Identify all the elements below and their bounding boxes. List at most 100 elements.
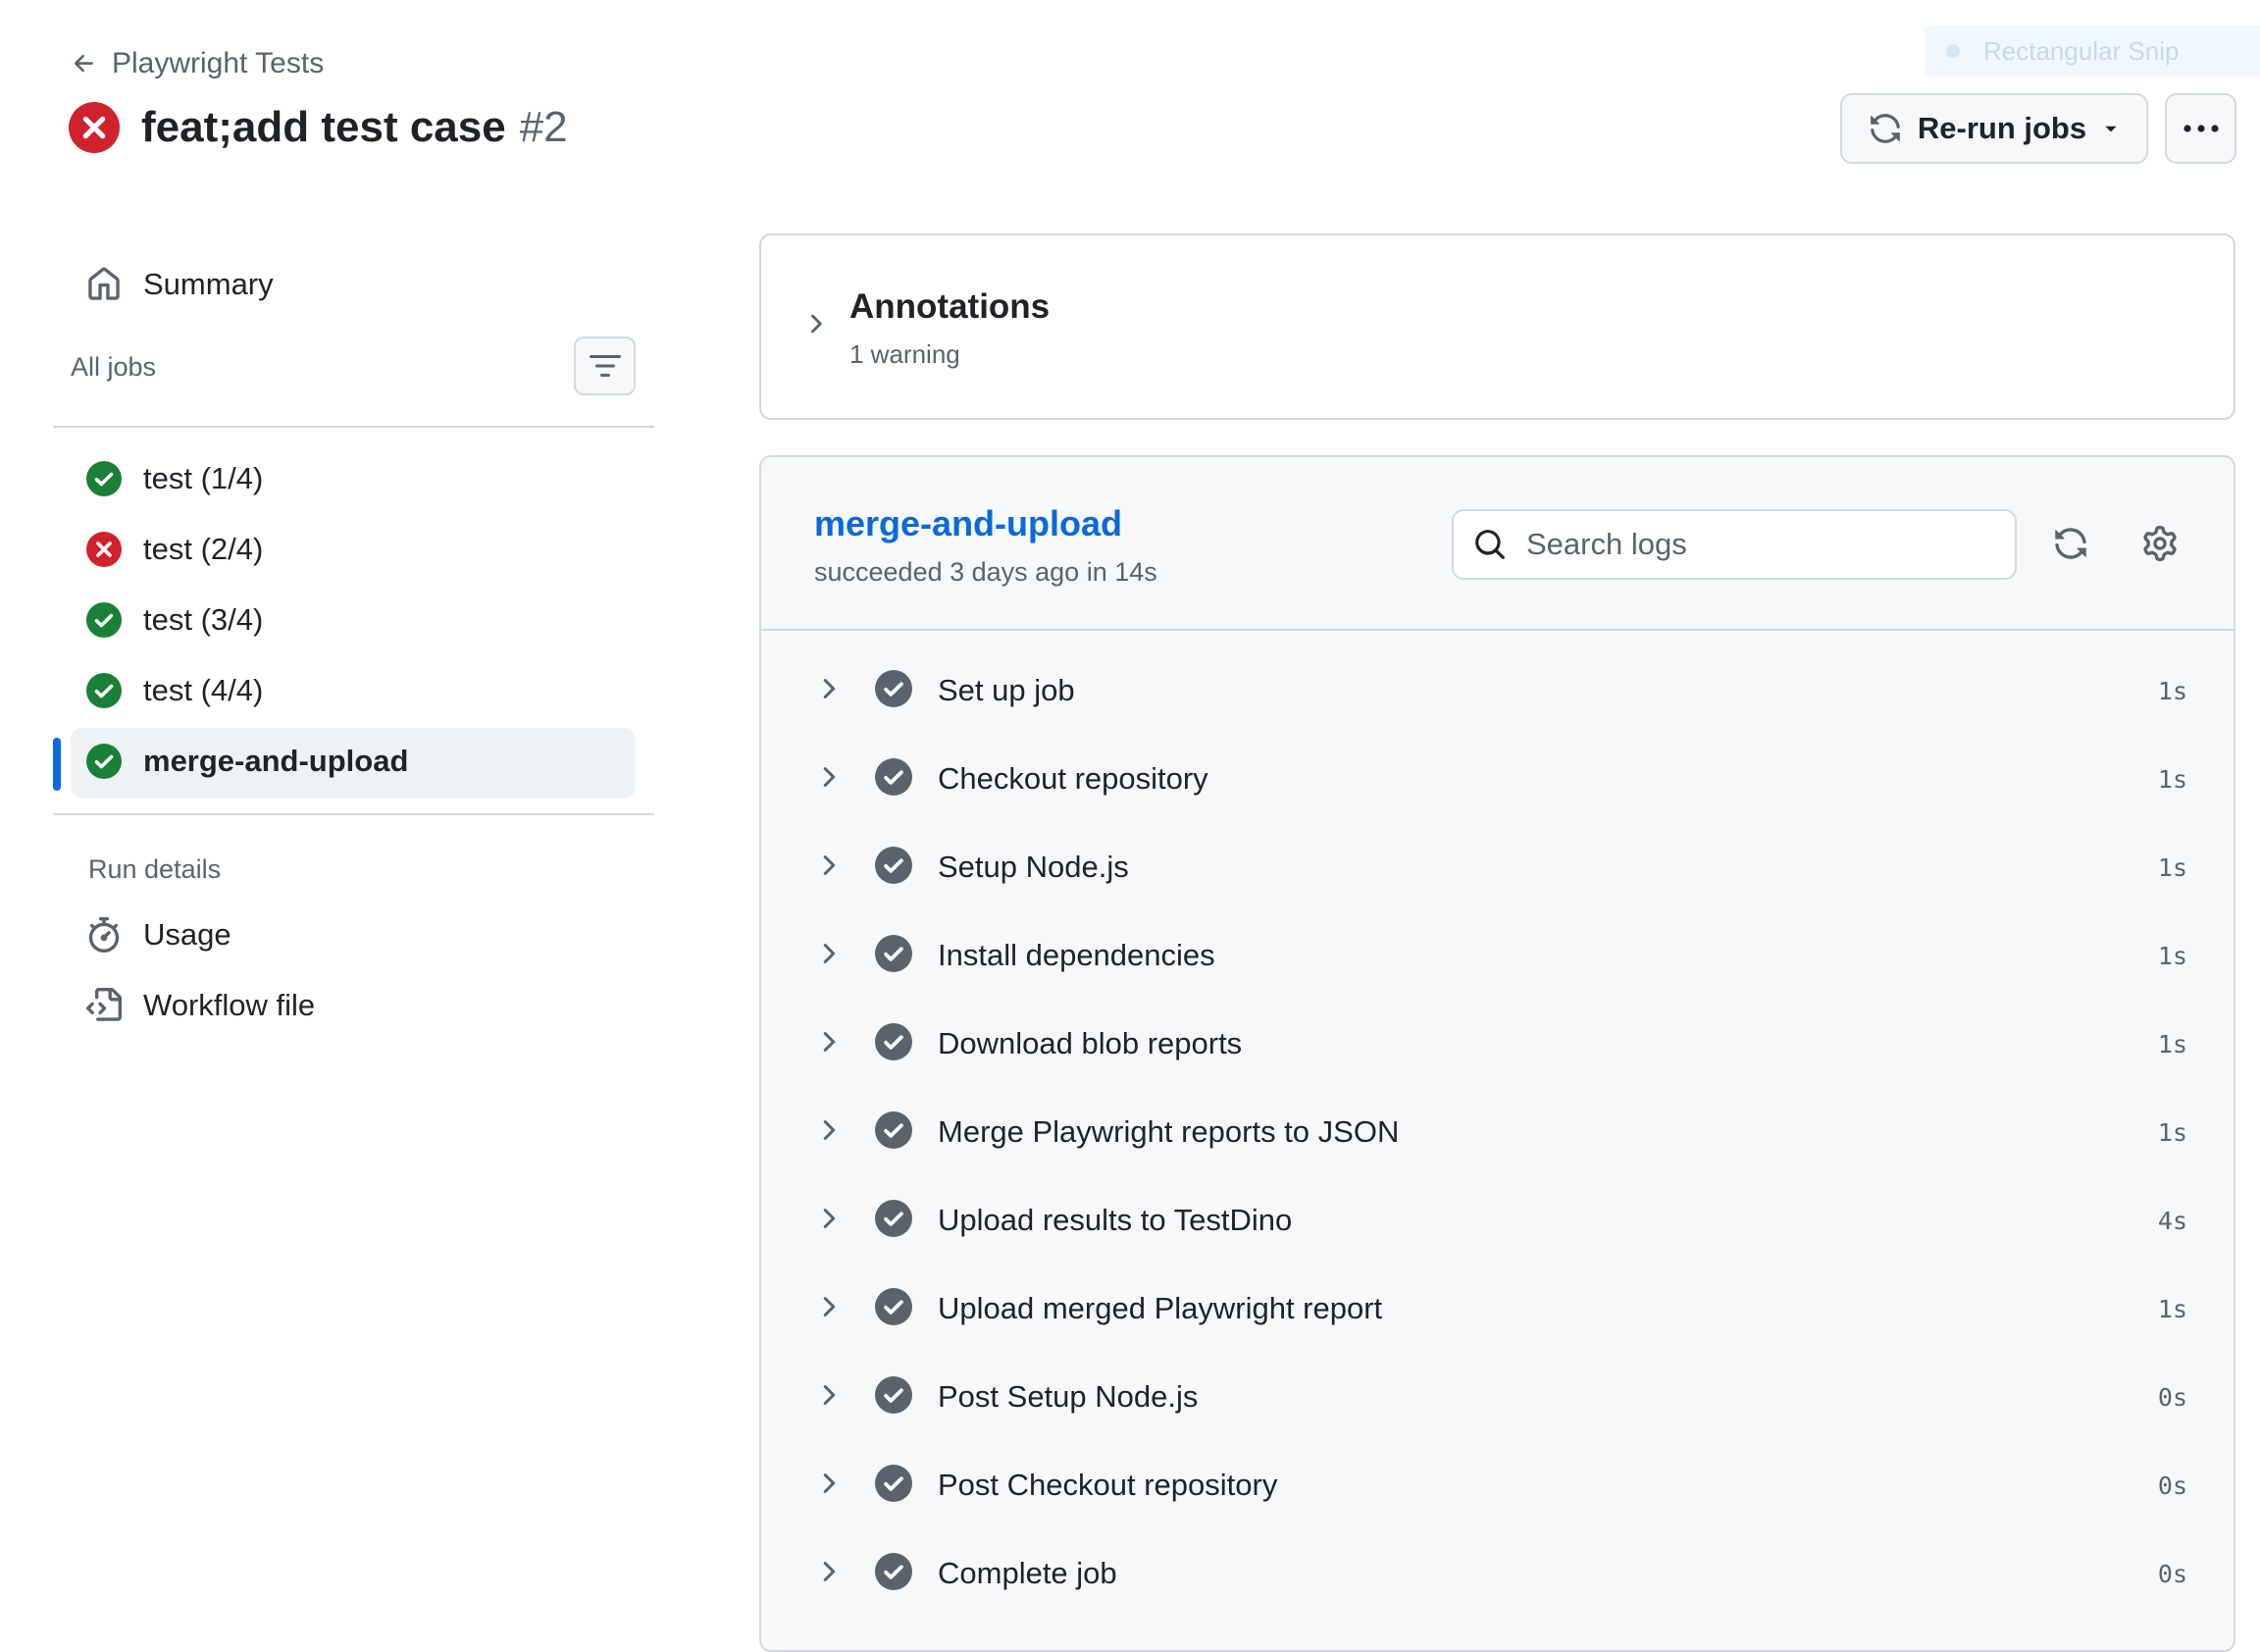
job-label: test (4/4) xyxy=(143,673,264,707)
chevron-right-icon xyxy=(823,1208,836,1228)
sidebar-item-workflow-file[interactable]: Workflow file xyxy=(86,988,315,1023)
job-step-row[interactable]: Merge Playwright reports to JSON 1s xyxy=(814,1102,2187,1162)
annotations-count: 1 warning xyxy=(849,339,960,369)
search-logs-input[interactable] xyxy=(1524,526,1979,563)
chevron-right-icon xyxy=(811,314,822,334)
chevron-right-icon xyxy=(823,943,836,963)
search-logs-field[interactable] xyxy=(1452,509,2017,580)
sidebar-job-test-4-of-4[interactable]: test (4/4) xyxy=(86,673,263,708)
success-check-icon xyxy=(86,602,122,638)
step-duration: 1s xyxy=(2157,1029,2187,1058)
step-name: Setup Node.js xyxy=(938,850,1129,884)
sidebar-item-usage[interactable]: Usage xyxy=(86,917,231,953)
step-name: Merge Playwright reports to JSON xyxy=(938,1114,1400,1149)
chevron-right-icon xyxy=(823,1384,836,1405)
failure-status-icon xyxy=(69,102,120,153)
job-step-row[interactable]: Upload results to TestDino 4s xyxy=(814,1190,2187,1251)
step-duration: 0s xyxy=(2157,1471,2187,1500)
chevron-right-icon xyxy=(823,1031,836,1052)
step-duration: 0s xyxy=(2157,1559,2187,1588)
sidebar-item-summary-label: Summary xyxy=(143,267,274,301)
job-step-row[interactable]: Checkout repository 1s xyxy=(814,749,2187,809)
page-title: feat;add test case #2 xyxy=(69,102,568,153)
chevron-right-icon xyxy=(823,1472,836,1493)
annotations-title: Annotations xyxy=(849,287,1051,326)
active-job-indicator xyxy=(53,738,61,791)
chevron-right-icon xyxy=(823,854,836,875)
step-success-icon xyxy=(875,1199,912,1237)
step-duration: 1s xyxy=(2157,764,2187,794)
chevron-right-icon xyxy=(823,678,836,698)
run-details-heading: Run details xyxy=(88,854,222,884)
job-name-link[interactable]: merge-and-upload xyxy=(814,503,1122,544)
step-name: Download blob reports xyxy=(938,1026,1243,1060)
chevron-right-icon xyxy=(823,1296,836,1316)
job-label: test (1/4) xyxy=(143,461,264,495)
rerun-jobs-label: Re-run jobs xyxy=(1917,111,2087,145)
sidebar-item-summary[interactable]: Summary xyxy=(86,267,274,302)
step-success-icon xyxy=(875,757,912,796)
more-options-button[interactable] xyxy=(2165,93,2236,164)
job-step-row[interactable]: Set up job 1s xyxy=(814,660,2187,721)
step-name: Install dependencies xyxy=(938,938,1215,972)
step-duration: 0s xyxy=(2157,1382,2187,1412)
search-icon xyxy=(1475,530,1505,559)
step-success-icon xyxy=(875,669,912,707)
all-jobs-heading: All jobs xyxy=(71,352,157,382)
chevron-right-icon xyxy=(823,1119,836,1140)
chevron-right-icon xyxy=(823,1561,836,1581)
refresh-logs-icon[interactable] xyxy=(2053,526,2088,561)
step-duration: 1s xyxy=(2157,676,2187,705)
arrow-left-icon xyxy=(74,54,93,73)
success-check-icon xyxy=(86,673,122,708)
step-duration: 1s xyxy=(2157,1294,2187,1323)
snip-label: Rectangular Snip xyxy=(1983,35,2180,66)
job-step-row[interactable]: Upload merged Playwright report 1s xyxy=(814,1278,2187,1339)
step-success-icon xyxy=(875,1022,912,1060)
job-step-row[interactable]: Install dependencies 1s xyxy=(814,925,2187,986)
filter-jobs-button[interactable] xyxy=(574,336,636,395)
step-success-icon xyxy=(875,1464,912,1502)
back-link-label: Playwright Tests xyxy=(112,47,325,79)
job-step-row[interactable]: Post Checkout repository 0s xyxy=(814,1455,2187,1516)
usage-label: Usage xyxy=(143,917,231,952)
sidebar-divider xyxy=(53,426,654,428)
step-name: Upload results to TestDino xyxy=(938,1203,1293,1237)
sidebar-job-merge-and-upload[interactable]: merge-and-upload xyxy=(86,744,408,779)
rerun-jobs-button[interactable]: Re-run jobs xyxy=(1840,93,2148,164)
step-success-icon xyxy=(875,1287,912,1325)
run-title: feat;add test case xyxy=(141,103,506,151)
snip-overlay: Rectangular Snip xyxy=(1925,26,2260,77)
step-success-icon xyxy=(875,934,912,972)
step-name: Checkout repository xyxy=(938,761,1208,796)
chevron-right-icon xyxy=(823,766,836,787)
gear-icon[interactable] xyxy=(2142,526,2178,561)
step-duration: 1s xyxy=(2157,1117,2187,1147)
stopwatch-icon xyxy=(88,917,120,953)
sidebar-job-test-3-of-4[interactable]: test (3/4) xyxy=(86,602,263,638)
sidebar-job-test-2-of-4[interactable]: test (2/4) xyxy=(86,532,263,567)
failure-x-icon xyxy=(86,532,122,567)
job-step-row[interactable]: Post Setup Node.js 0s xyxy=(814,1367,2187,1427)
success-check-icon xyxy=(86,744,122,779)
job-step-row[interactable]: Complete job 0s xyxy=(814,1543,2187,1604)
kebab-horizontal-icon xyxy=(2183,125,2219,132)
step-success-icon xyxy=(875,1552,912,1590)
back-link[interactable]: Playwright Tests xyxy=(71,47,324,80)
caret-down-icon xyxy=(2105,126,2117,132)
step-name: Set up job xyxy=(938,673,1075,707)
snip-dot-icon xyxy=(1946,44,1960,58)
job-step-row[interactable]: Download blob reports 1s xyxy=(814,1013,2187,1074)
sidebar-job-test-1-of-4[interactable]: test (1/4) xyxy=(86,461,263,496)
step-name: Post Setup Node.js xyxy=(938,1379,1199,1414)
filter-icon xyxy=(589,355,621,377)
step-name: Upload merged Playwright report xyxy=(938,1291,1383,1325)
step-name: Complete job xyxy=(938,1556,1117,1590)
job-label: test (3/4) xyxy=(143,602,264,637)
job-step-row[interactable]: Setup Node.js 1s xyxy=(814,837,2187,898)
annotations-card[interactable] xyxy=(759,233,2235,420)
success-check-icon xyxy=(86,461,122,496)
workflow-file-label: Workflow file xyxy=(143,988,316,1022)
step-duration: 1s xyxy=(2157,852,2187,882)
step-name: Post Checkout repository xyxy=(938,1468,1278,1502)
